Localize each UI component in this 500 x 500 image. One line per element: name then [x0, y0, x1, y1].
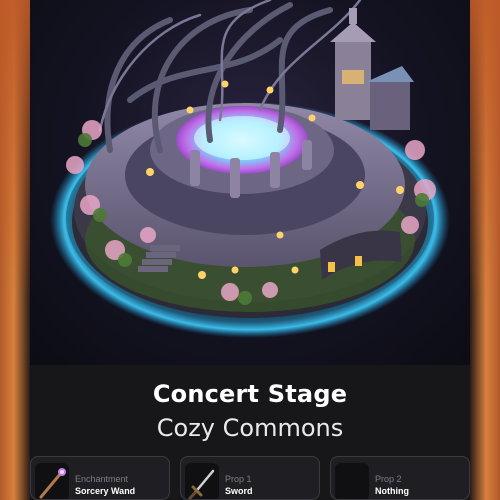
slot-type-label: Enchantment: [75, 474, 129, 484]
empty-slot-icon: [335, 463, 369, 499]
item-title: Concert Stage: [152, 380, 348, 408]
wand-icon: [35, 463, 69, 499]
slot-value: Nothing: [375, 486, 409, 496]
slot-value: Sorcery Wand: [75, 486, 136, 496]
slot-enchantment[interactable]: Enchantment Sorcery Wand: [30, 456, 170, 500]
slot-prop-2[interactable]: Prop 2 Nothing: [330, 456, 470, 500]
item-preview-image: [30, 0, 470, 365]
slot-value: Sword: [225, 486, 253, 496]
item-collection: Cozy Commons: [156, 414, 344, 442]
slot-type-label: Prop 2: [375, 474, 402, 484]
slot-prop-1[interactable]: Prop 1 Sword: [180, 456, 320, 500]
sword-icon: [185, 463, 219, 499]
slot-type-label: Prop 1: [225, 474, 252, 484]
